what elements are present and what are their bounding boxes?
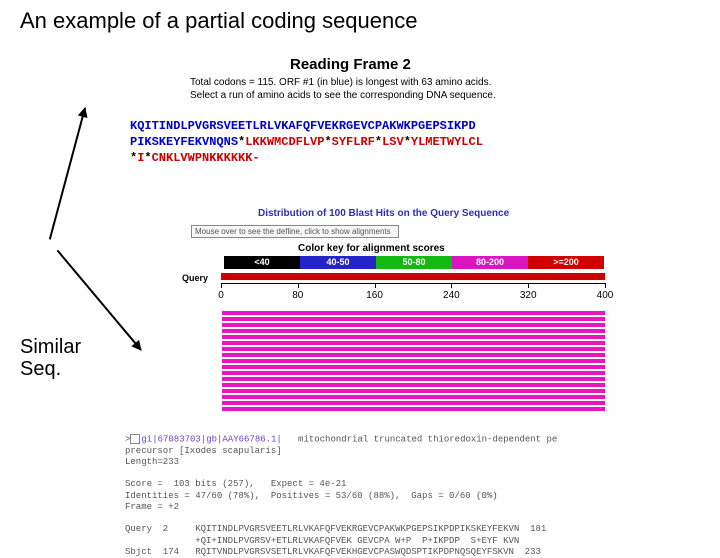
- reading-frame-sub2: Select a run of amino acids to see the c…: [190, 90, 496, 101]
- hit-bar[interactable]: [222, 335, 605, 339]
- hit-bar[interactable]: [222, 395, 605, 399]
- alignment-text: >gi|67083703|gb|AAY66786.1| mitochondria…: [125, 434, 557, 558]
- ck-2: 50-80: [376, 256, 452, 269]
- query-axis-label: Query: [182, 273, 208, 283]
- ck-0: <40: [224, 256, 300, 269]
- tick: [605, 283, 606, 288]
- slide-title: An example of a partial coding sequence: [20, 8, 417, 34]
- arrow-to-sequence: [49, 108, 86, 240]
- hit-bar[interactable]: [222, 407, 605, 411]
- ck-3: 80-200: [452, 256, 528, 269]
- tick: [298, 283, 299, 288]
- tick: [375, 283, 376, 288]
- checkbox-icon[interactable]: [130, 434, 140, 444]
- hit-bar[interactable]: [222, 383, 605, 387]
- blast-dist-title: Distribution of 100 Blast Hits on the Qu…: [258, 208, 509, 219]
- hit-bar[interactable]: [222, 359, 605, 363]
- axis-line: [221, 283, 605, 284]
- ck-1: 40-50: [300, 256, 376, 269]
- protein-sequence-block: KQITINDLPVGRSVEETLRLVKAFQFVEKRGEVCPAKWKP…: [130, 118, 483, 167]
- tick-label: 240: [443, 290, 460, 301]
- hit-bar[interactable]: [222, 347, 605, 351]
- similar-seq-label: Similar Seq.: [20, 336, 81, 380]
- tick: [451, 283, 452, 288]
- hit-bar[interactable]: [222, 317, 605, 321]
- tick-label: 400: [597, 290, 614, 301]
- hit-bar[interactable]: [222, 377, 605, 381]
- tick-label: 320: [520, 290, 537, 301]
- blast-hint: Mouse over to see the defline, click to …: [191, 225, 399, 238]
- reading-frame-heading: Reading Frame 2: [290, 56, 411, 73]
- hit-bar[interactable]: [222, 323, 605, 327]
- tick-label: 0: [218, 290, 224, 301]
- hits-zone: [222, 311, 605, 413]
- hit-bar[interactable]: [222, 365, 605, 369]
- hit-bar[interactable]: [222, 389, 605, 393]
- tick-label: 80: [292, 290, 303, 301]
- tick: [221, 283, 222, 288]
- hit-accession-link[interactable]: gi|67083703|gb|AAY66786.1|: [141, 434, 281, 444]
- hit-bar[interactable]: [222, 329, 605, 333]
- hit-bar[interactable]: [222, 341, 605, 345]
- hit-bar[interactable]: [222, 401, 605, 405]
- hit-bar[interactable]: [222, 353, 605, 357]
- reading-frame-sub1: Total codons = 115. ORF #1 (in blue) is …: [190, 77, 491, 88]
- color-key-title: Color key for alignment scores: [298, 243, 445, 254]
- orf-line2: PIKSKEYFEKVNQNS: [130, 135, 238, 149]
- hit-bar[interactable]: [222, 311, 605, 315]
- orf-line1: KQITINDLPVGRSVEETLRLVKAFQFVEKRGEVCPAKWKP…: [130, 119, 476, 133]
- tick: [528, 283, 529, 288]
- ck-4: >=200: [528, 256, 604, 269]
- query-bar: [221, 273, 605, 280]
- tick-label: 160: [366, 290, 383, 301]
- hit-bar[interactable]: [222, 371, 605, 375]
- color-key-row: <40 40-50 50-80 80-200 >=200: [224, 256, 604, 269]
